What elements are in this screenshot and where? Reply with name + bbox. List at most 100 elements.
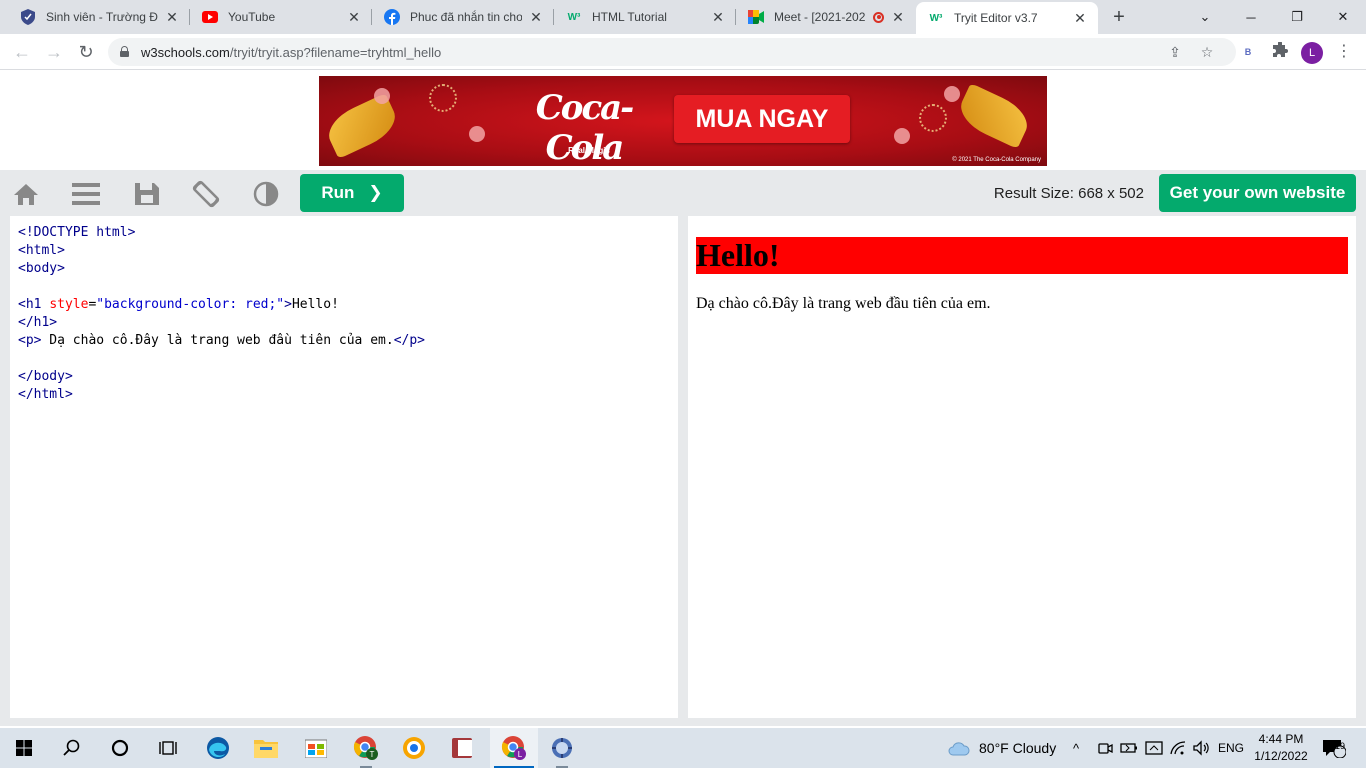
control-panel-icon[interactable] — [538, 728, 586, 768]
bird-decoration — [321, 93, 403, 159]
code-token: <h1 — [18, 297, 42, 312]
code-token: </html> — [18, 387, 73, 402]
run-button[interactable]: Run ❯ — [300, 174, 404, 212]
minimize-icon[interactable]: ─ — [1228, 0, 1274, 34]
windows-taskbar: T A L 80°F Cloudy ^ ENG 4:44 PM 1/12/202… — [0, 728, 1366, 768]
network-status-icon[interactable] — [1145, 728, 1163, 768]
extensions-puzzle-icon[interactable] — [1270, 41, 1290, 62]
editor-panes: <!DOCTYPE html> <html> <body> <h1 style="b… — [0, 216, 1366, 726]
close-window-icon[interactable]: ✕ — [1320, 0, 1366, 34]
lock-icon — [120, 46, 129, 57]
tab-title: Tryit Editor v3.7 — [954, 11, 1038, 25]
weather-text: 80°F Cloudy — [979, 740, 1057, 756]
forward-icon[interactable]: → — [42, 40, 66, 64]
url-host: w3schools.com — [141, 45, 230, 60]
tab-meet[interactable]: Meet - [2021-202 ✕ — [736, 0, 916, 34]
code-token: </p> — [393, 333, 425, 348]
reload-icon[interactable]: ↻ — [74, 40, 98, 64]
save-icon[interactable] — [133, 180, 161, 208]
tab-title: YouTube — [228, 10, 276, 24]
code-line: <h1 style="background-color: red;">Hello… — [18, 296, 670, 314]
new-tab-icon[interactable]: + — [1109, 7, 1129, 27]
svg-text:A: A — [458, 742, 467, 756]
code-token: <html> — [18, 243, 65, 258]
ms-store-icon[interactable] — [292, 728, 340, 768]
close-icon[interactable]: ✕ — [1072, 10, 1088, 26]
language-indicator[interactable]: ENG — [1218, 728, 1244, 768]
code-token: style — [49, 297, 89, 312]
bird-decoration — [953, 83, 1035, 149]
meet-tray-icon[interactable] — [1097, 728, 1113, 768]
tab-title: HTML Tutorial — [592, 10, 667, 24]
code-token: </h1> — [18, 315, 58, 330]
coca-cola-ad-banner[interactable]: Coca-Cola Real Magic MUA NGAY © 2021 The… — [319, 76, 1047, 166]
rotate-icon[interactable] — [192, 180, 220, 208]
svg-text:L: L — [518, 750, 523, 759]
mua-ngay-button[interactable]: MUA NGAY — [674, 95, 850, 143]
address-bar[interactable]: w3schools.com/tryit/tryit.asp?filename=t… — [108, 38, 1236, 66]
search-icon[interactable] — [48, 728, 96, 768]
close-icon[interactable]: ✕ — [164, 9, 180, 25]
result-heading: Hello! — [696, 237, 1348, 274]
volume-icon[interactable] — [1192, 728, 1210, 768]
clock-time: 4:44 PM — [1258, 732, 1304, 746]
result-size-label: Result Size: 668 x 502 — [993, 185, 1144, 202]
tab-youtube[interactable]: YouTube ✕ — [190, 0, 372, 34]
browser-toolbar: ← → ↻ w3schools.com/tryit/tryit.asp?file… — [0, 34, 1366, 70]
code-line: </html> — [18, 386, 670, 404]
share-icon[interactable]: ⇪ — [1166, 43, 1184, 61]
system-clock[interactable]: 4:44 PM 1/12/2022 — [1250, 731, 1312, 765]
restore-icon[interactable]: ❐ — [1274, 0, 1320, 34]
coccoc-browser-icon[interactable] — [390, 728, 438, 768]
notification-center-icon[interactable]: 19 — [1322, 728, 1346, 768]
close-icon[interactable]: ✕ — [710, 9, 726, 25]
url-text[interactable]: w3schools.com/tryit/tryit.asp?filename=t… — [141, 45, 441, 60]
firework-decoration — [429, 84, 457, 112]
chrome-profile-t-icon[interactable]: T — [342, 728, 390, 768]
profile-avatar[interactable]: L — [1301, 42, 1323, 64]
code-editor[interactable]: <!DOCTYPE html> <html> <body> <h1 style="b… — [10, 216, 678, 718]
tab-title: Sinh viên - Trường Đại — [46, 10, 158, 24]
run-label: Run — [321, 183, 355, 202]
flower-decoration — [374, 88, 390, 104]
bookmark-star-icon[interactable]: ☆ — [1198, 43, 1216, 61]
result-frame[interactable]: Hello! Dạ chào cô.Đây là trang web đầu t… — [688, 216, 1356, 718]
tab-html-tutorial[interactable]: W³ HTML Tutorial ✕ — [554, 0, 736, 34]
w3schools-icon: W³ — [567, 11, 581, 23]
code-token: <p> — [18, 333, 42, 348]
flower-decoration — [469, 126, 485, 142]
get-own-website-button[interactable]: Get your own website — [1159, 174, 1356, 212]
flower-decoration — [894, 128, 910, 144]
more-menu-icon[interactable]: ⋮ — [1334, 42, 1354, 62]
show-hidden-icons[interactable]: ^ — [1073, 728, 1079, 768]
task-view-icon[interactable] — [144, 728, 192, 768]
url-path: /tryit/tryit.asp?filename=tryhtml_hello — [229, 45, 442, 60]
weather-widget[interactable]: 80°F Cloudy — [948, 728, 1056, 768]
menu-icon[interactable] — [72, 180, 100, 208]
close-icon[interactable]: ✕ — [528, 9, 544, 25]
edge-icon[interactable] — [194, 728, 242, 768]
windows-start-icon[interactable] — [0, 728, 48, 768]
tab-title: Phuc đã nhắn tin cho — [410, 10, 522, 24]
tab-search-icon[interactable]: ⌄ — [1182, 0, 1228, 34]
back-icon[interactable]: ← — [10, 40, 34, 64]
access-app-icon[interactable]: A — [438, 728, 486, 768]
battery-icon[interactable] — [1120, 728, 1138, 768]
close-icon[interactable]: ✕ — [890, 9, 906, 25]
extension-b-icon[interactable]: B — [1238, 42, 1258, 62]
ad-copyright: © 2021 The Coca-Cola Company — [952, 157, 1041, 163]
chrome-profile-l-icon[interactable]: L — [490, 728, 538, 768]
tab-sinh-vien[interactable]: Sinh viên - Trường Đại ✕ — [8, 0, 190, 34]
tab-facebook[interactable]: Phuc đã nhắn tin cho ✕ — [372, 0, 554, 34]
cortana-icon[interactable] — [96, 728, 144, 768]
flower-decoration — [944, 86, 960, 102]
file-explorer-icon[interactable] — [242, 728, 290, 768]
tab-tryit-editor[interactable]: W³ Tryit Editor v3.7 ✕ — [916, 2, 1098, 34]
contrast-icon[interactable] — [252, 180, 280, 208]
wifi-icon[interactable] — [1170, 728, 1186, 768]
firework-decoration — [919, 104, 947, 132]
code-token: > — [284, 297, 292, 312]
close-icon[interactable]: ✕ — [346, 9, 362, 25]
home-icon[interactable] — [12, 180, 40, 208]
